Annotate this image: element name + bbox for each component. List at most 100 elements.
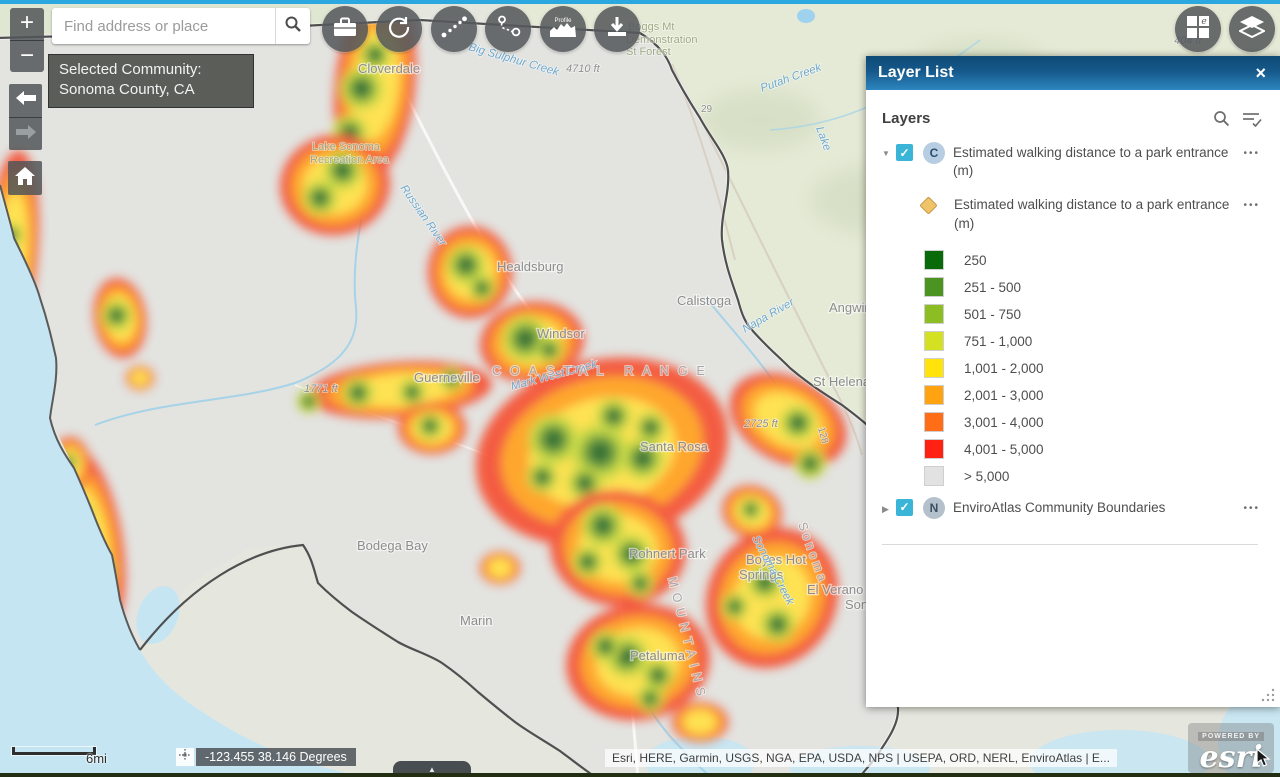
legend-swatch bbox=[924, 358, 944, 378]
zoom-out-button[interactable]: − bbox=[10, 40, 44, 72]
legend-swatch bbox=[924, 412, 944, 432]
legend-swatch bbox=[924, 385, 944, 405]
layers-heading: Layers bbox=[882, 110, 1213, 127]
sublayer-menu-ellipsis-icon[interactable]: ••• bbox=[1243, 200, 1260, 211]
search-icon bbox=[284, 15, 302, 38]
circular-arrows-icon bbox=[387, 15, 411, 44]
legend-swatch bbox=[924, 304, 944, 324]
svg-text:COASTAL RANGE: COASTAL RANGE bbox=[492, 364, 714, 378]
elevation-profile-button[interactable]: Profile bbox=[540, 6, 586, 52]
selected-community-label: Selected Community: bbox=[59, 60, 243, 80]
svg-text:Healdsburg: Healdsburg bbox=[497, 259, 564, 274]
community-badge: C bbox=[923, 142, 945, 164]
legend-list: 250251 - 500501 - 750751 - 1,0001,001 - … bbox=[924, 247, 1262, 490]
svg-text:Lake Sonoma: Lake Sonoma bbox=[312, 141, 381, 153]
download-icon bbox=[606, 16, 628, 43]
svg-text:Calistoga: Calistoga bbox=[677, 293, 732, 308]
home-icon bbox=[15, 167, 35, 190]
measure-dotted-line-icon bbox=[441, 16, 467, 43]
layer-checkbox[interactable]: ✓ bbox=[896, 144, 913, 161]
svg-text:2725 ft: 2725 ft bbox=[743, 418, 779, 430]
top-edge-strip bbox=[0, 0, 1280, 4]
basemap-gallery-button[interactable]: e bbox=[1175, 6, 1221, 52]
svg-text:Santa Rosa: Santa Rosa bbox=[640, 439, 709, 454]
map-attribution: Esri, HERE, Garmin, USGS, NGA, EPA, USDA… bbox=[605, 749, 1117, 767]
layer-menu-ellipsis-icon[interactable]: ••• bbox=[1243, 148, 1260, 159]
panel-resize-handle[interactable] bbox=[1261, 688, 1275, 702]
svg-text:1771 ft: 1771 ft bbox=[304, 383, 339, 395]
route-pins-icon bbox=[495, 15, 521, 44]
check-icon: ✓ bbox=[899, 146, 909, 160]
search-box bbox=[52, 8, 310, 44]
legend-label: 501 - 750 bbox=[964, 307, 1021, 322]
extent-navigation bbox=[9, 84, 42, 150]
layer-label: Estimated walking distance to a park ent… bbox=[953, 144, 1243, 180]
layer-menu-ellipsis-icon[interactable]: ••• bbox=[1243, 503, 1260, 514]
download-button[interactable] bbox=[594, 6, 640, 52]
svg-text:Rohnert Park: Rohnert Park bbox=[629, 546, 706, 561]
national-badge: N bbox=[923, 497, 945, 519]
search-button[interactable] bbox=[275, 8, 310, 44]
previous-extent-button[interactable] bbox=[9, 84, 42, 117]
legend-label: > 5,000 bbox=[964, 469, 1009, 484]
back-arrow-icon bbox=[16, 91, 36, 110]
legend-label: 4,001 - 5,000 bbox=[964, 442, 1044, 457]
coordinate-capture-button[interactable] bbox=[176, 748, 194, 766]
chevron-right-icon[interactable]: ▶ bbox=[882, 504, 894, 515]
layer-row-walking-distance[interactable]: ▼ ✓ C Estimated walking distance to a pa… bbox=[882, 144, 1262, 180]
coordinates-display: -123.455 38.146 Degrees bbox=[196, 748, 356, 766]
diamond-symbol-icon bbox=[919, 197, 937, 215]
svg-text:Bodega Bay: Bodega Bay bbox=[357, 538, 428, 553]
profile-label: Profile bbox=[554, 18, 572, 24]
layer-list-panel: Layer List × Layers ▼ ✓ C E bbox=[866, 56, 1280, 707]
legend-item: 4,001 - 5,000 bbox=[924, 436, 1262, 463]
chevron-down-icon[interactable]: ▼ bbox=[882, 149, 894, 158]
search-input[interactable] bbox=[52, 8, 275, 44]
panel-divider bbox=[882, 544, 1258, 545]
profile-chart-icon: Profile bbox=[548, 15, 578, 44]
zoom-in-button[interactable]: + bbox=[10, 8, 44, 40]
sublayer-label: Estimated walking distance to a park ent… bbox=[954, 196, 1243, 232]
svg-text:4710 ft: 4710 ft bbox=[566, 63, 601, 75]
layers-button[interactable] bbox=[1229, 6, 1275, 52]
crosshair-icon bbox=[179, 748, 191, 766]
layer-filter-icon[interactable] bbox=[1242, 111, 1262, 127]
draw-button[interactable] bbox=[376, 6, 422, 52]
svg-text:Cloverdale: Cloverdale bbox=[358, 61, 420, 76]
scale-label: 6mi bbox=[86, 751, 107, 766]
svg-text:Guerneville: Guerneville bbox=[414, 370, 480, 385]
forward-arrow-icon bbox=[16, 125, 36, 144]
check-icon: ✓ bbox=[899, 500, 909, 514]
legend-label: 3,001 - 4,000 bbox=[964, 415, 1044, 430]
legend-item: 3,001 - 4,000 bbox=[924, 409, 1262, 436]
layer-row-community-boundaries[interactable]: ▶ ✓ N EnviroAtlas Community Boundaries •… bbox=[882, 499, 1262, 519]
svg-text:Petaluma: Petaluma bbox=[630, 648, 686, 663]
selected-community-tooltip: Selected Community: Sonoma County, CA bbox=[48, 54, 254, 108]
legend-swatch bbox=[924, 466, 944, 486]
legend-item: > 5,000 bbox=[924, 463, 1262, 490]
legend-swatch bbox=[924, 277, 944, 297]
svg-text:Windsor: Windsor bbox=[537, 326, 585, 341]
home-button[interactable] bbox=[8, 161, 42, 195]
svg-text:e: e bbox=[1201, 17, 1206, 27]
legend-item: 251 - 500 bbox=[924, 274, 1262, 301]
measure-button[interactable] bbox=[431, 6, 477, 52]
bottom-edge-strip bbox=[0, 773, 1280, 777]
close-icon[interactable]: × bbox=[1253, 64, 1268, 82]
basemap-grid-icon: e bbox=[1186, 15, 1210, 44]
zoom-widget: + − bbox=[10, 8, 44, 72]
toolbox-button[interactable] bbox=[322, 6, 368, 52]
legend-item: 501 - 750 bbox=[924, 301, 1262, 328]
toolbox-icon bbox=[333, 17, 357, 42]
layer-search-icon[interactable] bbox=[1213, 110, 1230, 127]
directions-button[interactable] bbox=[485, 6, 531, 52]
layer-list-title: Layer List bbox=[878, 64, 1253, 82]
layer-checkbox[interactable]: ✓ bbox=[896, 499, 913, 516]
sublayer-row-walking-distance[interactable]: Estimated walking distance to a park ent… bbox=[882, 196, 1262, 232]
next-extent-button[interactable] bbox=[9, 117, 42, 150]
legend-label: 251 - 500 bbox=[964, 280, 1021, 295]
legend-item: 751 - 1,000 bbox=[924, 328, 1262, 355]
layer-list-header[interactable]: Layer List × bbox=[866, 56, 1280, 90]
legend-item: 2,001 - 3,000 bbox=[924, 382, 1262, 409]
esri-logo: POWERED BY esri bbox=[1188, 723, 1274, 773]
